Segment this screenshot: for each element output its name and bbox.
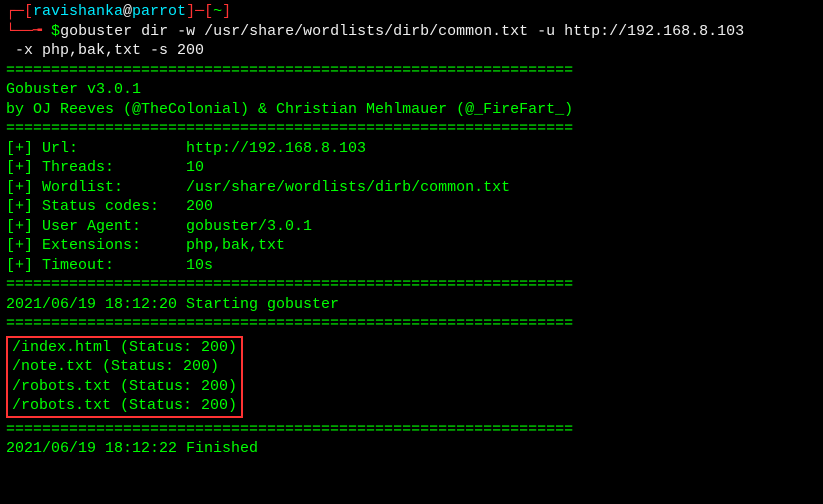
result-row: /robots.txt (Status: 200) xyxy=(12,396,237,416)
prompt-line-2: └──╼ $gobuster dir -w /usr/share/wordlis… xyxy=(6,22,817,42)
setting-label: [+] Extensions: xyxy=(6,237,186,254)
finish-line: 2021/06/19 18:12:22 Finished xyxy=(6,439,817,459)
bracket-open: ┌─[ xyxy=(6,3,33,20)
command-continuation: -x php,bak,txt -s 200 xyxy=(6,41,817,61)
setting-label: [+] Timeout: xyxy=(6,257,186,274)
prompt-user: ravishanka xyxy=(33,3,123,20)
gobuster-byline: by OJ Reeves (@TheColonial) & Christian … xyxy=(6,100,817,120)
setting-row-extensions: [+] Extensions: php,bak,txt xyxy=(6,236,817,256)
setting-row-wordlist: [+] Wordlist: /usr/share/wordlists/dirb/… xyxy=(6,178,817,198)
gobuster-title: Gobuster v3.0.1 xyxy=(6,80,817,100)
setting-row-url: [+] Url: http://192.168.8.103 xyxy=(6,139,817,159)
setting-label: [+] Url: xyxy=(6,140,186,157)
setting-value: 10 xyxy=(186,159,204,176)
bracket-close: ]─[ xyxy=(186,3,213,20)
setting-value: gobuster/3.0.1 xyxy=(186,218,312,235)
setting-label: [+] User Agent: xyxy=(6,218,186,235)
result-row: /robots.txt (Status: 200) xyxy=(12,377,237,397)
divider-4: ========================================… xyxy=(6,314,817,334)
prompt-host: parrot xyxy=(132,3,186,20)
divider-3: ========================================… xyxy=(6,275,817,295)
setting-row-threads: [+] Threads: 10 xyxy=(6,158,817,178)
terminal-window[interactable]: ┌─[ravishanka@parrot]─[~] └──╼ $gobuster… xyxy=(0,0,823,461)
results-highlight-box: /index.html (Status: 200) /note.txt (Sta… xyxy=(6,336,243,418)
setting-row-status: [+] Status codes: 200 xyxy=(6,197,817,217)
setting-label: [+] Threads: xyxy=(6,159,186,176)
bracket-end: ] xyxy=(222,3,231,20)
prompt-arrow: └──╼ xyxy=(6,23,51,40)
setting-label: [+] Wordlist: xyxy=(6,179,186,196)
setting-value: 10s xyxy=(186,257,213,274)
command-text: gobuster dir -w /usr/share/wordlists/dir… xyxy=(60,23,744,40)
divider-2: ========================================… xyxy=(6,119,817,139)
prompt-line-1: ┌─[ravishanka@parrot]─[~] xyxy=(6,2,817,22)
prompt-at: @ xyxy=(123,3,132,20)
prompt-path: ~ xyxy=(213,3,222,20)
result-row: /index.html (Status: 200) xyxy=(12,338,237,358)
start-line: 2021/06/19 18:12:20 Starting gobuster xyxy=(6,295,817,315)
setting-row-timeout: [+] Timeout: 10s xyxy=(6,256,817,276)
setting-value: php,bak,txt xyxy=(186,237,285,254)
divider-1: ========================================… xyxy=(6,61,817,81)
prompt-dollar: $ xyxy=(51,23,60,40)
setting-row-useragent: [+] User Agent: gobuster/3.0.1 xyxy=(6,217,817,237)
setting-label: [+] Status codes: xyxy=(6,198,186,215)
setting-value: /usr/share/wordlists/dirb/common.txt xyxy=(186,179,510,196)
setting-value: http://192.168.8.103 xyxy=(186,140,366,157)
setting-value: 200 xyxy=(186,198,213,215)
result-row: /note.txt (Status: 200) xyxy=(12,357,237,377)
divider-5: ========================================… xyxy=(6,420,817,440)
